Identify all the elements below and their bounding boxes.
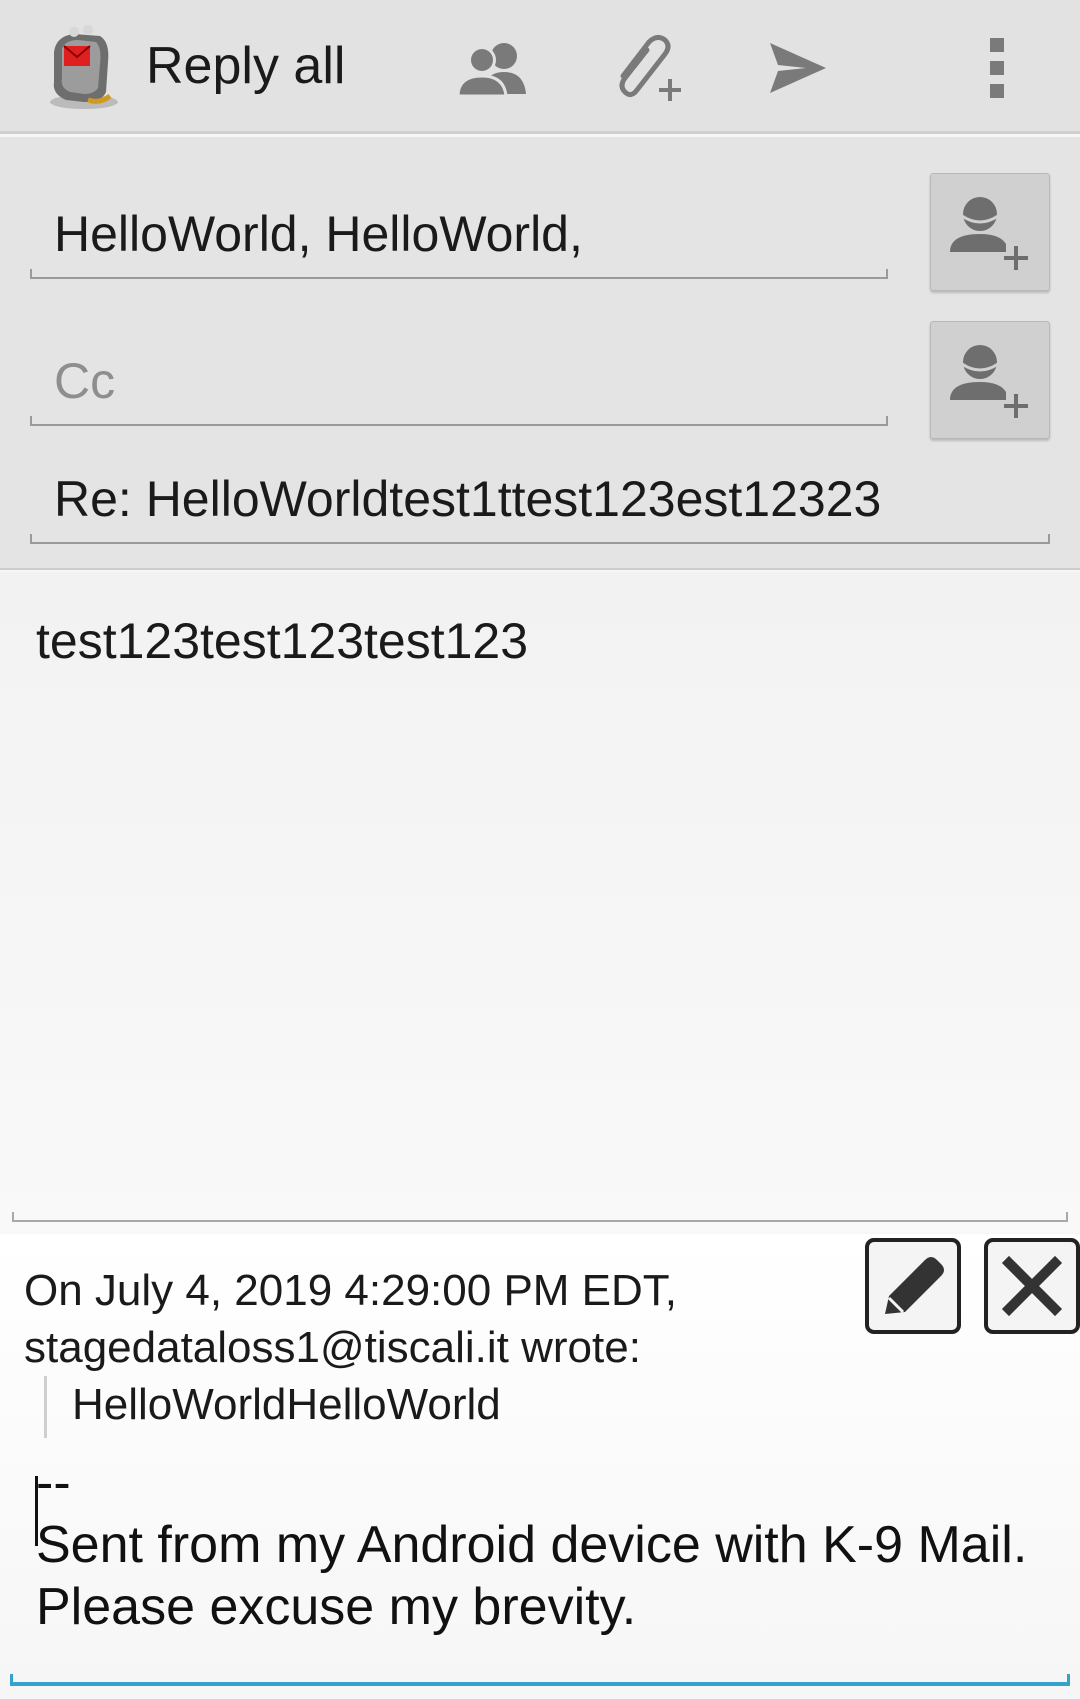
cc-field[interactable]: Cc bbox=[30, 353, 888, 426]
add-to-recipient-button[interactable] bbox=[930, 173, 1050, 291]
send-button[interactable] bbox=[758, 28, 838, 108]
attach-button[interactable] bbox=[605, 28, 685, 108]
signature-text: Sent from my Android device with K-9 Mai… bbox=[36, 1516, 1028, 1636]
signature-separator: -- bbox=[36, 1454, 71, 1512]
subject-field-value: Re: HelloWorldtest1ttest123est12323 bbox=[54, 471, 882, 527]
message-body-text: test123test123test123 bbox=[36, 613, 529, 669]
add-contact-icon bbox=[950, 345, 1028, 418]
overflow-menu-button[interactable] bbox=[957, 28, 1037, 108]
send-icon bbox=[770, 43, 826, 93]
overflow-menu-icon bbox=[990, 38, 1004, 98]
quote-header-date: On July 4, 2019 4:29:00 PM EDT, bbox=[24, 1266, 678, 1315]
quote-bar bbox=[44, 1376, 47, 1438]
body-field-underline bbox=[12, 1212, 1068, 1222]
remove-quoted-text-button[interactable] bbox=[984, 1238, 1080, 1334]
message-body-field[interactable]: test123test123test123 bbox=[0, 572, 1080, 1232]
quoted-message-section: On July 4, 2019 4:29:00 PM EDT, stagedat… bbox=[0, 1234, 1080, 1699]
subject-field[interactable]: Re: HelloWorldtest1ttest123est12323 bbox=[30, 471, 1050, 544]
text-cursor bbox=[35, 1476, 38, 1546]
quote-header-sender: stagedataloss1@tiscali.it wrote: bbox=[24, 1323, 641, 1372]
pencil-icon bbox=[885, 1257, 944, 1314]
contacts-icon bbox=[456, 43, 526, 98]
attach-icon bbox=[619, 34, 681, 101]
compose-header: HelloWorld, HelloWorld, Cc Re: HelloWorl… bbox=[0, 137, 1080, 570]
signature-field[interactable]: -- Sent from my Android device with K-9 … bbox=[36, 1452, 1036, 1638]
add-from-contacts-button[interactable] bbox=[452, 28, 532, 108]
edit-quoted-text-button[interactable] bbox=[865, 1238, 961, 1334]
to-field[interactable]: HelloWorld, HelloWorld, bbox=[30, 206, 888, 279]
add-contact-icon bbox=[950, 197, 1028, 270]
to-field-value: HelloWorld, HelloWorld, bbox=[54, 206, 583, 262]
add-cc-recipient-button[interactable] bbox=[930, 321, 1050, 439]
quoted-text: HelloWorldHelloWorld bbox=[72, 1380, 501, 1429]
action-bar: Reply all bbox=[0, 0, 1080, 134]
screen-title: Reply all bbox=[146, 37, 346, 95]
app-logo-icon[interactable] bbox=[44, 22, 124, 112]
signature-field-underline bbox=[10, 1674, 1070, 1686]
quote-header: On July 4, 2019 4:29:00 PM EDT, stagedat… bbox=[24, 1262, 677, 1376]
cc-field-placeholder: Cc bbox=[54, 353, 116, 409]
close-icon bbox=[1001, 1255, 1063, 1317]
